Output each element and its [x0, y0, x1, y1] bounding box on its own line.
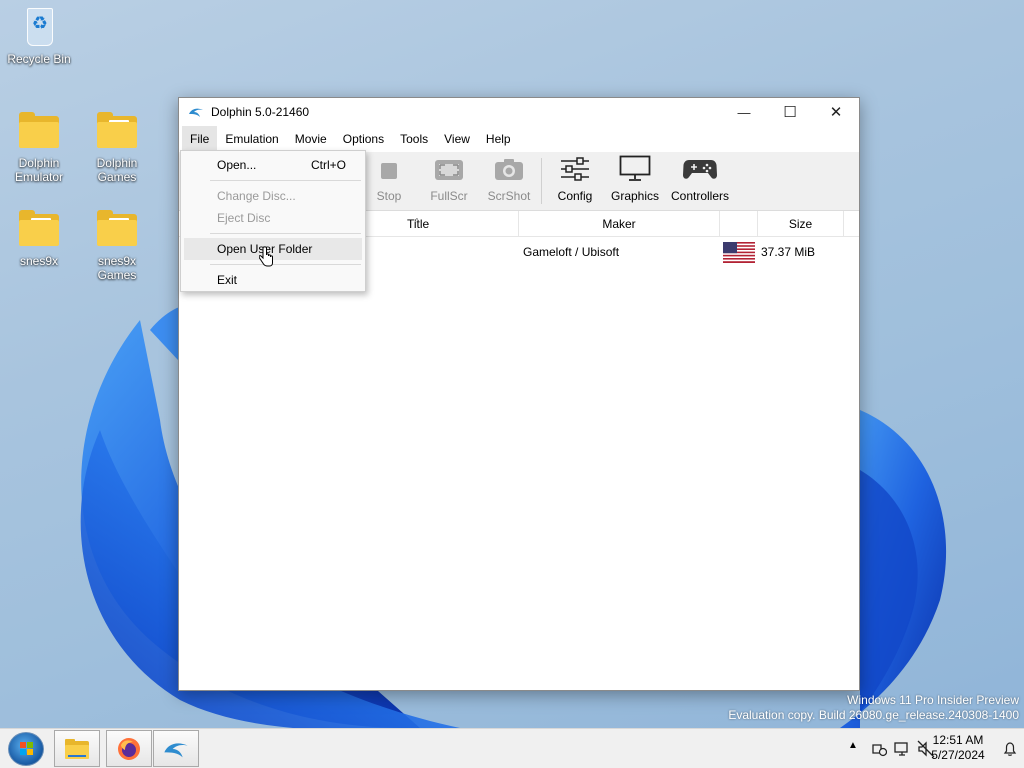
menu-item-exit-label: Exit: [217, 273, 238, 287]
controllers-label: Controllers: [670, 189, 730, 203]
menu-item-open[interactable]: Open... Ctrl+O: [184, 154, 362, 176]
folder-icon: [17, 112, 61, 152]
stop-icon: [381, 163, 397, 179]
desktop-icon-label: Recycle Bin: [7, 52, 71, 66]
desktop-icon-snes9x[interactable]: snes9x: [1, 210, 77, 268]
config-label: Config: [557, 189, 593, 203]
menu-item-eject-disc-label: Eject Disc: [217, 211, 271, 225]
menu-item-exit[interactable]: Exit: [184, 269, 362, 291]
column-maker[interactable]: Maker: [519, 211, 720, 237]
clock-time: 12:51 AM: [932, 733, 984, 747]
menu-view[interactable]: View: [436, 126, 478, 152]
watermark-line-2: Evaluation copy. Build 26080.ge_release.…: [728, 708, 1019, 722]
desktop-icon-dolphin-games[interactable]: Dolphin Games: [79, 112, 155, 184]
column-size-label: Size: [788, 217, 813, 231]
game-size: 37.37 MiB: [761, 245, 816, 259]
recycle-bin-icon: ♻: [17, 8, 61, 48]
game-maker: Gameloft / Ubisoft: [523, 245, 620, 259]
screenshot-button[interactable]: ScrShot: [483, 152, 535, 211]
fullscreen-button[interactable]: FullScr: [423, 152, 475, 211]
menu-item-open-label: Open...: [217, 158, 257, 172]
taskbar-clock[interactable]: 12:51 AM 5/27/2024: [923, 733, 993, 763]
taskbar-firefox[interactable]: [106, 730, 152, 767]
firefox-icon: [118, 737, 140, 760]
column-maker-label: Maker: [602, 217, 636, 231]
menu-item-eject-disc[interactable]: Eject Disc: [184, 207, 362, 229]
action-center-icon[interactable]: [871, 741, 887, 757]
file-menu-dropdown: Open... Ctrl+O Change Disc... Eject Disc…: [180, 150, 366, 292]
evaluation-watermark: Windows 11 Pro Insider Preview Evaluatio…: [728, 693, 1019, 723]
graphics-button[interactable]: Graphics: [607, 152, 663, 211]
stop-button[interactable]: Stop: [367, 152, 411, 211]
graphics-label: Graphics: [610, 189, 660, 203]
column-size[interactable]: Size: [758, 211, 844, 237]
minimize-button[interactable]: —: [721, 98, 767, 126]
column-title-label: Title: [407, 217, 430, 231]
fullscreen-icon: [435, 160, 463, 180]
menu-emulation[interactable]: Emulation: [217, 126, 286, 152]
desktop-icon-label: Dolphin Emulator: [14, 156, 64, 184]
file-explorer-icon: [65, 738, 89, 759]
show-hidden-icons-icon[interactable]: ▲: [848, 740, 858, 751]
folder-icon: [95, 112, 139, 152]
dolphin-icon: [189, 108, 203, 117]
watermark-line-1: Windows 11 Pro Insider Preview: [847, 693, 1019, 707]
close-icon: ✕: [829, 104, 843, 121]
taskbar-dolphin[interactable]: [153, 730, 199, 767]
title-bar[interactable]: Dolphin 5.0-21460 — ☐ ✕: [179, 98, 859, 126]
menu-bar: File Emulation Movie Options Tools View …: [179, 126, 859, 152]
notification-bell-icon[interactable]: [1003, 741, 1017, 757]
desktop-icon-label: snes9x: [19, 254, 59, 268]
menu-help[interactable]: Help: [478, 126, 519, 152]
column-region[interactable]: [720, 211, 758, 237]
folder-icon: [17, 210, 61, 250]
monitor-icon: [619, 155, 651, 181]
gamepad-icon: [683, 160, 717, 179]
menu-item-open-user-folder[interactable]: Open User Folder: [184, 238, 362, 260]
window-title: Dolphin 5.0-21460: [211, 105, 310, 119]
config-button[interactable]: Config: [551, 152, 599, 211]
desktop-icon-label: Dolphin Games: [96, 156, 138, 184]
menu-separator: [210, 264, 361, 265]
desktop-icon-dolphin-emulator[interactable]: Dolphin Emulator: [1, 112, 77, 184]
menu-item-change-disc[interactable]: Change Disc...: [184, 185, 362, 207]
menu-item-change-disc-label: Change Disc...: [217, 189, 296, 203]
dolphin-icon: [164, 742, 188, 757]
menu-item-open-shortcut: Ctrl+O: [310, 158, 346, 172]
menu-movie[interactable]: Movie: [287, 126, 335, 152]
taskbar: ▲ 12:51 AM 5/27/2024: [0, 728, 1024, 768]
maximize-icon: ☐: [783, 104, 797, 121]
start-button[interactable]: [8, 732, 44, 766]
folder-icon: [95, 210, 139, 250]
menu-tools[interactable]: Tools: [392, 126, 436, 152]
clock-date: 5/27/2024: [931, 748, 985, 762]
maximize-button[interactable]: ☐: [767, 98, 813, 126]
controllers-button[interactable]: Controllers: [667, 152, 733, 211]
stop-label: Stop: [376, 189, 402, 203]
toolbar-separator: [541, 158, 542, 204]
desktop-icon-label: snes9x Games: [97, 254, 137, 282]
network-icon[interactable]: [893, 740, 911, 758]
fullscreen-label: FullScr: [430, 189, 468, 203]
menu-separator: [210, 180, 361, 181]
us-flag-icon: [723, 242, 755, 273]
taskbar-file-explorer[interactable]: [54, 730, 100, 767]
menu-options[interactable]: Options: [335, 126, 392, 152]
menu-file[interactable]: File: [182, 126, 218, 152]
screenshot-icon: [495, 159, 523, 180]
mouse-cursor-icon: [259, 246, 273, 267]
desktop-icon-snes9x-games[interactable]: snes9x Games: [79, 210, 155, 282]
close-button[interactable]: ✕: [813, 98, 859, 126]
menu-separator: [210, 233, 361, 234]
minimize-icon: —: [737, 104, 751, 120]
windows-logo-icon: [20, 742, 33, 755]
desktop-icon-recycle-bin[interactable]: ♻ Recycle Bin: [1, 8, 77, 66]
config-sliders-icon: [561, 157, 589, 181]
screenshot-label: ScrShot: [487, 189, 531, 203]
